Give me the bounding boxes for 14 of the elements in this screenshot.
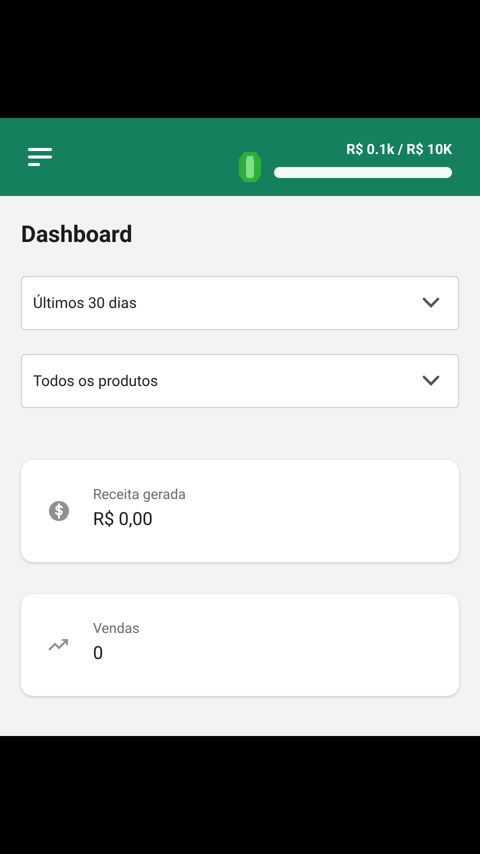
chevron-down-icon (422, 297, 440, 309)
goal-text: R$ 0.1k / R$ 10K (346, 142, 452, 156)
stat-label: Receita gerada (93, 487, 186, 504)
filter-dropdown[interactable]: Últimos 30 dias (21, 276, 459, 330)
stat-label: Vendas (93, 621, 140, 638)
stat-value: R$ 0,00 (93, 508, 154, 531)
menu-icon[interactable] (28, 147, 54, 167)
dollar-coin-icon (48, 500, 70, 522)
page-title: Dashboard (21, 223, 134, 246)
filter-dropdown[interactable]: Todos os produtos (21, 354, 459, 408)
trending-up-icon (48, 638, 70, 652)
stat-value: 0 (93, 642, 104, 665)
chevron-down-icon (422, 375, 440, 387)
gem-icon (238, 151, 262, 183)
